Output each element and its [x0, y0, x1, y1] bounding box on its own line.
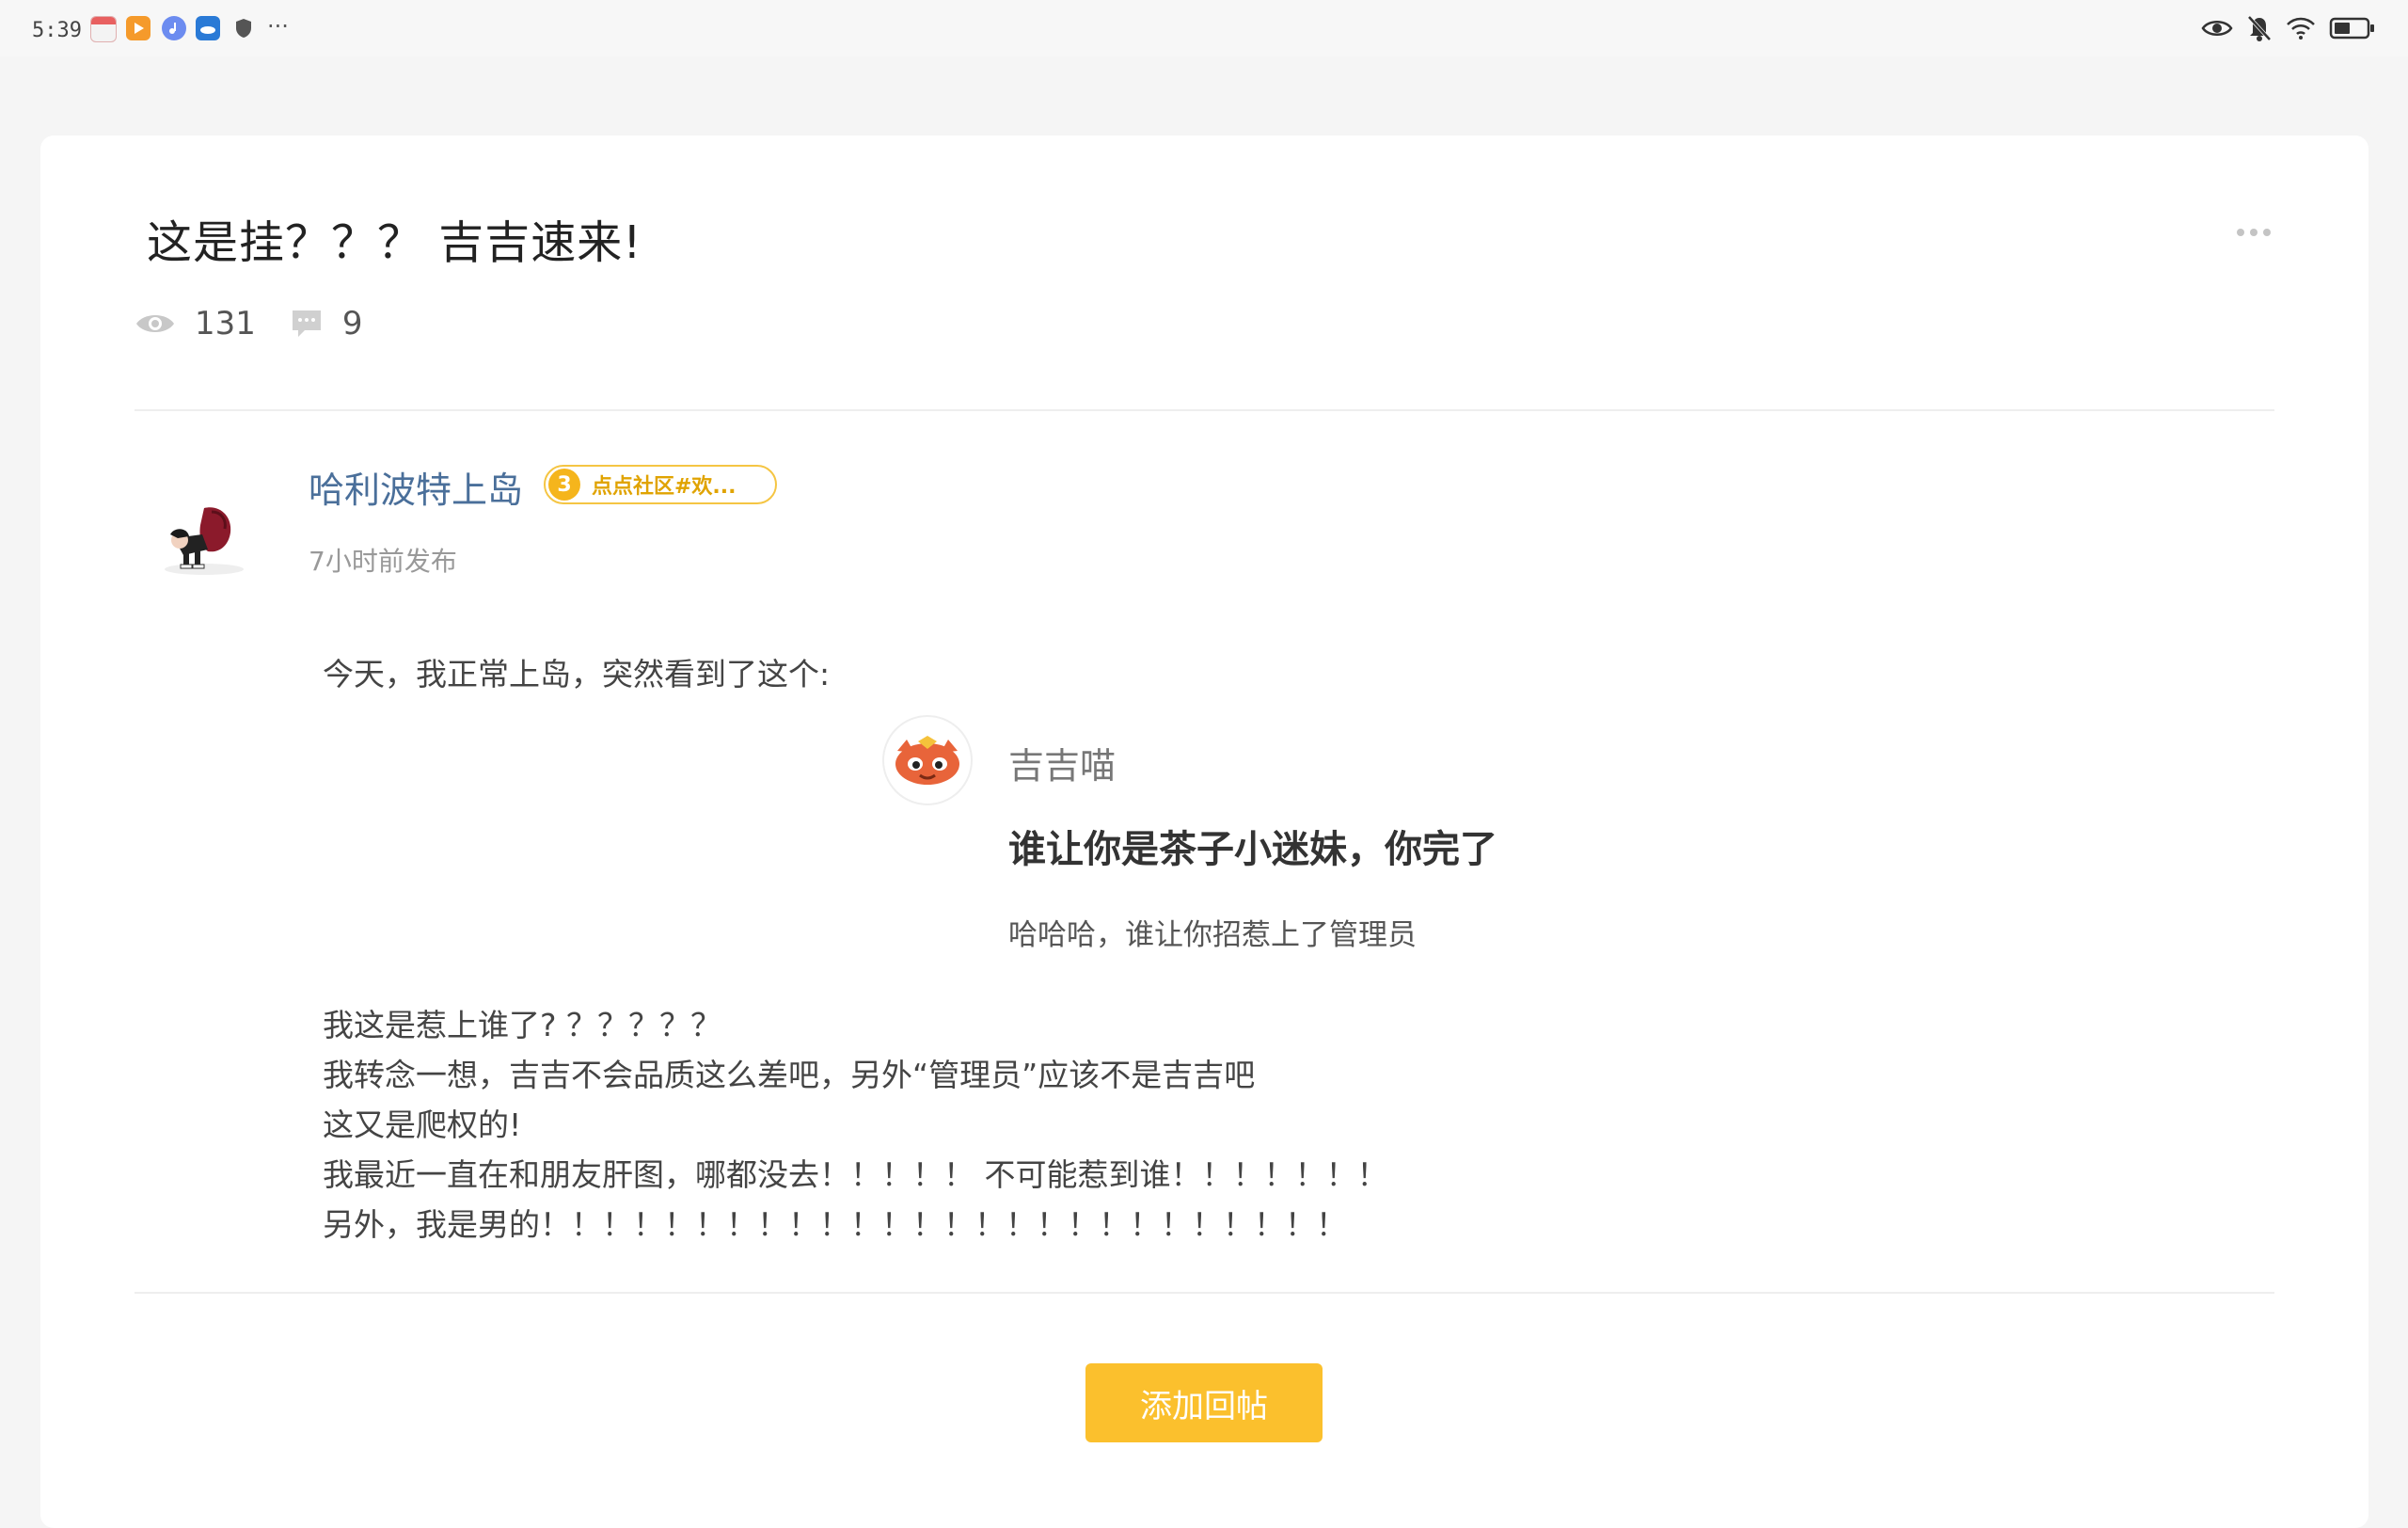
post-intro: 今天，我正常上岛，突然看到了这个:	[323, 656, 831, 692]
divider-bottom	[135, 1292, 2274, 1294]
eye-icon	[2201, 21, 2233, 36]
embed-subtitle: 哈哈哈，谁让你招惹上了管理员	[1008, 918, 1417, 952]
more-notifications-icon: ···	[267, 13, 289, 40]
video-app-icon	[126, 16, 150, 40]
comment-count: 9	[341, 305, 363, 342]
music-app-icon	[162, 16, 186, 40]
avatar[interactable]	[146, 480, 259, 593]
comment-icon	[292, 310, 321, 337]
post-title: 这是挂？？？ 吉吉速来!	[147, 216, 642, 269]
embed-title: 谁让你是茶子小迷妹，你完了	[1008, 828, 1497, 871]
add-reply-button[interactable]: 添加回帖	[1085, 1363, 1323, 1442]
battery-icon	[2329, 17, 2374, 40]
embed-user-name: 吉吉喵	[1008, 745, 1117, 787]
cloud-app-icon	[196, 16, 220, 40]
view-count: 131	[195, 305, 256, 342]
post-line-5: 另外，我是男的！！！！！！！！！！！！！！！！！！！！！！！！！！	[323, 1206, 1347, 1243]
shield-icon	[231, 16, 256, 40]
more-options-icon[interactable]	[2237, 226, 2274, 239]
status-bar: 5:39 ···	[0, 0, 2408, 56]
author-name[interactable]: 哈利波特上岛	[309, 461, 523, 513]
post-stats: 131 9	[135, 303, 363, 344]
divider-top	[135, 409, 2274, 411]
status-time: 5:39	[32, 19, 82, 42]
badge-level: 3	[548, 469, 580, 501]
post-line-3: 这又是爬权的!	[323, 1106, 522, 1143]
status-icons	[2201, 13, 2376, 43]
badge-label: 点点社区#欢...	[592, 475, 737, 499]
community-badge[interactable]: 3 点点社区#欢...	[544, 465, 777, 504]
eye-icon	[136, 315, 174, 332]
calendar-app-icon	[90, 16, 117, 42]
post-line-1: 我这是惹上谁了? ？？？？？	[323, 1007, 722, 1043]
wifi-icon	[2287, 17, 2315, 40]
embed-avatar	[882, 715, 973, 805]
mute-bell-icon	[2247, 15, 2272, 41]
post-line-4: 我最近一直在和朋友肝图，哪都没去！！！！！ 不可能惹到谁！！！！！！！	[323, 1156, 1388, 1193]
post-line-2: 我转念一想，吉吉不会品质这么差吧，另外“管理员”应该不是吉吉吧	[323, 1057, 1256, 1093]
publish-time: 7小时前发布	[309, 546, 457, 577]
